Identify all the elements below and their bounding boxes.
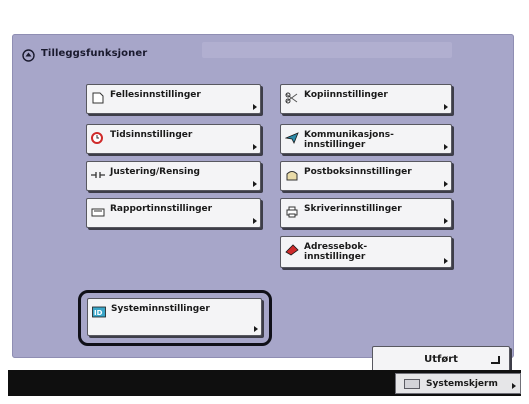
tids-label: Tidsinnstillinger bbox=[110, 130, 193, 140]
adressebok-button[interactable]: Adressebok- innstillinger bbox=[280, 236, 452, 268]
report-icon bbox=[91, 203, 105, 217]
kommunikasjon-button[interactable]: Kommunikasjons- innstillinger bbox=[280, 124, 452, 154]
rapport-label: Rapportinnstillinger bbox=[110, 204, 213, 214]
page-icon bbox=[91, 89, 105, 104]
skriver-label: Skriverinnstillinger bbox=[304, 204, 402, 214]
arrow-right-icon bbox=[512, 383, 516, 389]
paper-plane-icon bbox=[284, 129, 299, 144]
arrow-right-icon bbox=[444, 181, 448, 187]
header-highlight bbox=[202, 42, 452, 58]
svg-text:ID: ID bbox=[94, 309, 103, 317]
system-monitor-label: Systemskjerm bbox=[426, 378, 498, 389]
arrow-right-icon bbox=[254, 326, 258, 332]
system-settings-label: Systeminnstillinger bbox=[111, 304, 210, 314]
copy-icon bbox=[285, 89, 299, 104]
system-settings-button[interactable]: ID Systeminnstillinger bbox=[87, 298, 262, 336]
page-title: Tilleggsfunksjoner bbox=[41, 47, 148, 59]
arrow-right-icon bbox=[253, 144, 257, 150]
arrow-right-icon bbox=[444, 144, 448, 150]
kopi-button[interactable]: Kopiinnstillinger bbox=[280, 84, 452, 114]
tids-button[interactable]: Tidsinnstillinger bbox=[86, 124, 261, 154]
monitor-icon bbox=[404, 378, 420, 389]
done-button[interactable]: Utført bbox=[372, 346, 510, 373]
main-panel: Tilleggsfunksjoner Fellesinnstillinger T… bbox=[12, 34, 514, 373]
arrow-right-icon bbox=[253, 218, 257, 224]
justering-button[interactable]: Justering/Rensing bbox=[86, 161, 261, 191]
kopi-label: Kopiinnstillinger bbox=[304, 90, 388, 100]
mailbox-icon bbox=[285, 166, 299, 181]
kommunikasjon-label: Kommunikasjons- innstillinger bbox=[304, 130, 394, 150]
arrow-right-icon bbox=[444, 258, 448, 264]
additional-functions-icon bbox=[22, 47, 35, 62]
kommunikasjon-label-line1: Kommunikasjons- bbox=[304, 130, 394, 140]
id-card-icon: ID bbox=[92, 303, 106, 318]
justering-label: Justering/Rensing bbox=[110, 167, 200, 177]
adressebok-label-line2: innstillinger bbox=[304, 252, 366, 262]
enter-icon bbox=[491, 356, 500, 364]
clock-icon bbox=[91, 129, 105, 144]
adressebok-label-line1: Adressebok- bbox=[304, 242, 368, 252]
address-book-icon bbox=[285, 241, 299, 256]
arrow-right-icon bbox=[444, 104, 448, 110]
arrow-right-icon bbox=[444, 218, 448, 224]
arrow-right-icon bbox=[253, 181, 257, 187]
postboks-button[interactable]: Postboksinnstillinger bbox=[280, 161, 452, 191]
arrow-right-icon bbox=[253, 104, 257, 110]
postboks-label: Postboksinnstillinger bbox=[304, 167, 412, 177]
printer-icon bbox=[285, 203, 299, 218]
header: Tilleggsfunksjoner bbox=[22, 44, 147, 62]
done-label: Utført bbox=[424, 354, 458, 365]
felles-button[interactable]: Fellesinnstillinger bbox=[86, 84, 261, 114]
system-monitor-button[interactable]: Systemskjerm bbox=[395, 373, 521, 394]
kommunikasjon-label-line2: innstillinger bbox=[304, 140, 366, 150]
rapport-button[interactable]: Rapportinnstillinger bbox=[86, 198, 261, 228]
adressebok-label: Adressebok- innstillinger bbox=[304, 242, 367, 262]
felles-label: Fellesinnstillinger bbox=[110, 90, 201, 100]
adjust-icon bbox=[91, 166, 105, 178]
screen: Tilleggsfunksjoner Fellesinnstillinger T… bbox=[8, 8, 521, 396]
skriver-button[interactable]: Skriverinnstillinger bbox=[280, 198, 452, 228]
